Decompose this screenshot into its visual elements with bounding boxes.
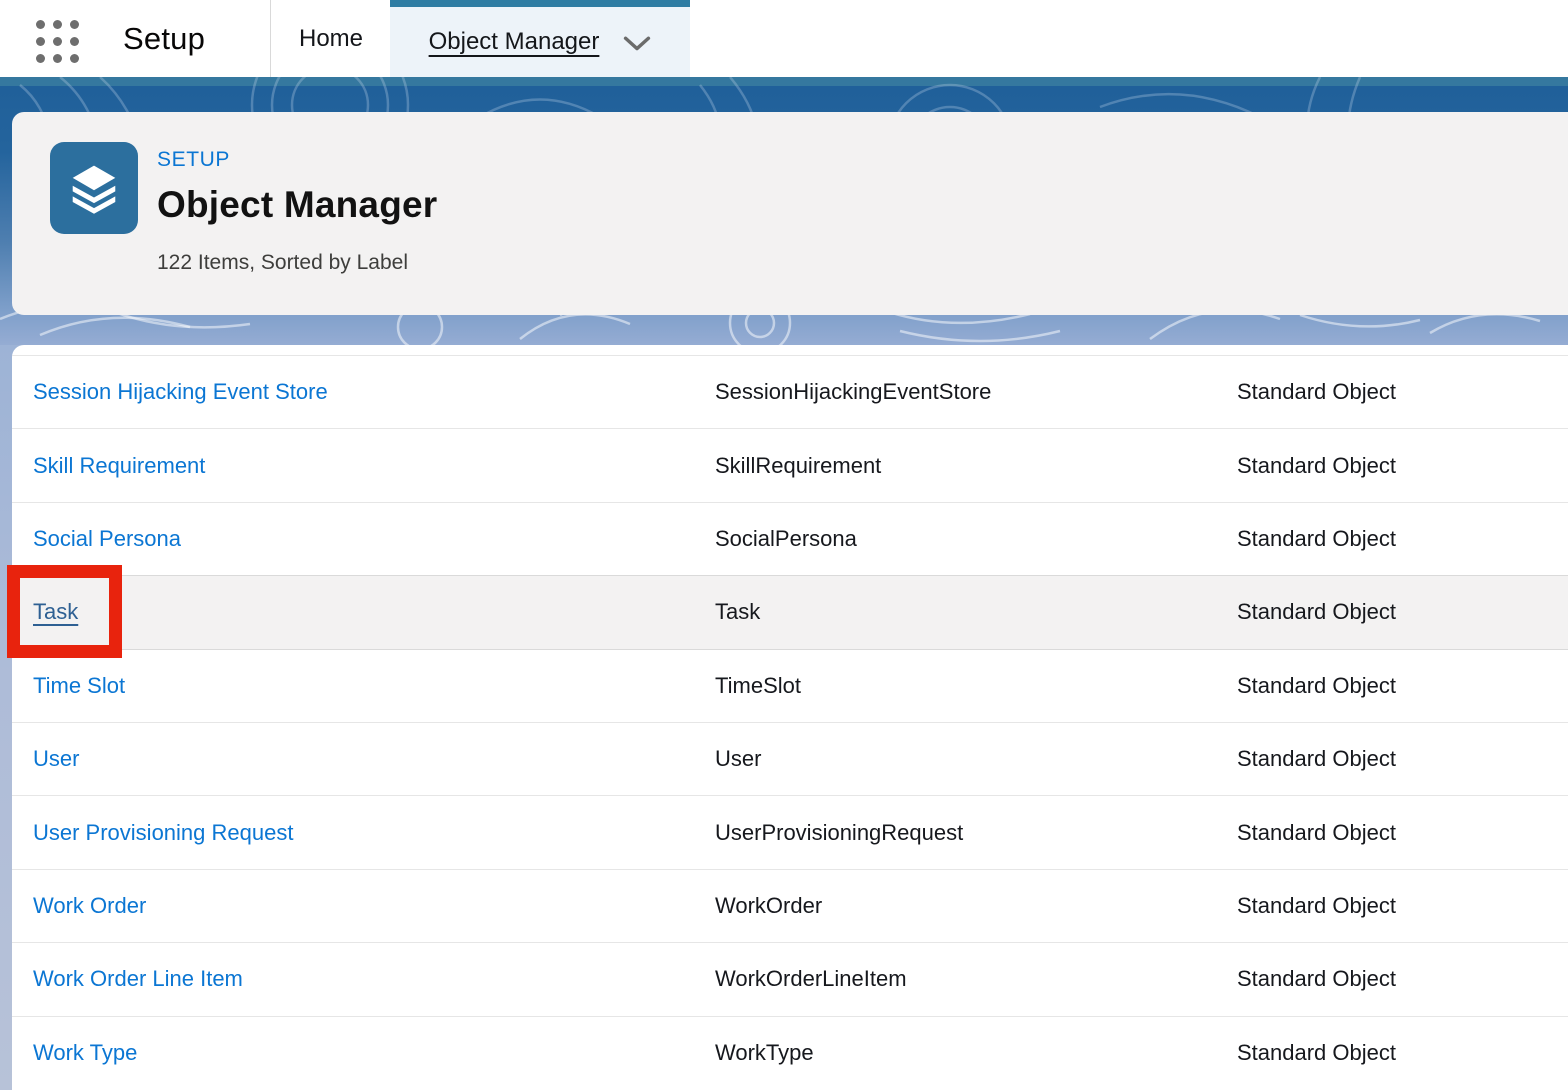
object-label-cell: Time Slot bbox=[33, 673, 715, 699]
object-type: Standard Object bbox=[1237, 673, 1568, 699]
object-api-name: User bbox=[715, 746, 1237, 772]
app-name-label: Setup bbox=[123, 0, 205, 77]
object-label-link[interactable]: User bbox=[33, 746, 79, 771]
object-api-name: SessionHijackingEventStore bbox=[715, 379, 1237, 405]
object-type: Standard Object bbox=[1237, 893, 1568, 919]
app-launcher-icon[interactable] bbox=[36, 20, 82, 65]
object-table-row: Skill Requirement SkillRequirement Stand… bbox=[12, 428, 1568, 501]
object-type: Standard Object bbox=[1237, 379, 1568, 405]
object-label-link[interactable]: Session Hijacking Event Store bbox=[33, 379, 328, 404]
object-label-cell: User Provisioning Request bbox=[33, 820, 715, 846]
object-label-link[interactable]: User Provisioning Request bbox=[33, 820, 293, 845]
object-label-cell: Session Hijacking Event Store bbox=[33, 379, 715, 405]
object-type: Standard Object bbox=[1237, 1040, 1568, 1066]
table-top-spacer bbox=[12, 345, 1568, 355]
object-api-name: WorkOrder bbox=[715, 893, 1237, 919]
object-table-body: Session Hijacking Event Store SessionHij… bbox=[12, 355, 1568, 1089]
object-label-cell: Work Type bbox=[33, 1040, 715, 1066]
object-label-cell: User bbox=[33, 746, 715, 772]
object-api-name: WorkType bbox=[715, 1040, 1237, 1066]
object-label-cell: Work Order Line Item bbox=[33, 966, 715, 992]
object-table-row: Work Order WorkOrder Standard Object bbox=[12, 869, 1568, 942]
object-label-link[interactable]: Social Persona bbox=[33, 526, 181, 551]
object-label-link[interactable]: Time Slot bbox=[33, 673, 125, 698]
object-label-link[interactable]: Task bbox=[33, 599, 78, 624]
tab-home[interactable]: Home bbox=[272, 0, 390, 77]
object-table-row: User User Standard Object bbox=[12, 722, 1568, 795]
tab-object-manager-label: Object Manager bbox=[429, 28, 600, 56]
object-api-name: WorkOrderLineItem bbox=[715, 966, 1237, 992]
object-label-cell: Task bbox=[33, 599, 715, 625]
item-count-label: 122 Items, Sorted by Label bbox=[157, 251, 437, 275]
object-table-row: Work Order Line Item WorkOrderLineItem S… bbox=[12, 942, 1568, 1015]
setup-eyebrow-label: SETUP bbox=[157, 148, 437, 172]
object-table-row: User Provisioning Request UserProvisioni… bbox=[12, 795, 1568, 868]
object-type: Standard Object bbox=[1237, 526, 1568, 552]
object-type: Standard Object bbox=[1237, 599, 1568, 625]
object-api-name: Task bbox=[715, 599, 1237, 625]
layers-icon bbox=[50, 142, 138, 234]
object-table-row: Work Type WorkType Standard Object bbox=[12, 1016, 1568, 1089]
page-title: Object Manager bbox=[157, 185, 437, 226]
object-label-link[interactable]: Work Order bbox=[33, 893, 146, 918]
object-manager-page: Setup Home Object Manager SETUP Object bbox=[0, 0, 1568, 1090]
tab-object-manager[interactable]: Object Manager bbox=[390, 0, 690, 77]
tab-home-label: Home bbox=[299, 25, 363, 53]
object-table-row: Session Hijacking Event Store SessionHij… bbox=[12, 355, 1568, 428]
object-type: Standard Object bbox=[1237, 453, 1568, 479]
object-table: Session Hijacking Event Store SessionHij… bbox=[12, 345, 1568, 1090]
object-table-row: Social Persona SocialPersona Standard Ob… bbox=[12, 502, 1568, 575]
object-type: Standard Object bbox=[1237, 966, 1568, 992]
object-label-cell: Work Order bbox=[33, 893, 715, 919]
setup-top-nav: Setup Home Object Manager bbox=[0, 0, 1568, 77]
object-api-name: TimeSlot bbox=[715, 673, 1237, 699]
object-table-row: Task Task Standard Object bbox=[12, 575, 1568, 648]
object-label-cell: Skill Requirement bbox=[33, 453, 715, 479]
object-label-link[interactable]: Work Type bbox=[33, 1040, 137, 1065]
object-type: Standard Object bbox=[1237, 820, 1568, 846]
setup-header-card: SETUP Object Manager 122 Items, Sorted b… bbox=[12, 112, 1568, 315]
object-label-link[interactable]: Skill Requirement bbox=[33, 453, 205, 478]
chevron-down-icon bbox=[623, 36, 651, 52]
object-api-name: SocialPersona bbox=[715, 526, 1237, 552]
object-label-cell: Social Persona bbox=[33, 526, 715, 552]
object-api-name: SkillRequirement bbox=[715, 453, 1237, 479]
object-label-link[interactable]: Work Order Line Item bbox=[33, 966, 243, 991]
object-table-row: Time Slot TimeSlot Standard Object bbox=[12, 649, 1568, 722]
object-type: Standard Object bbox=[1237, 746, 1568, 772]
nav-divider bbox=[270, 0, 271, 77]
object-api-name: UserProvisioningRequest bbox=[715, 820, 1237, 846]
